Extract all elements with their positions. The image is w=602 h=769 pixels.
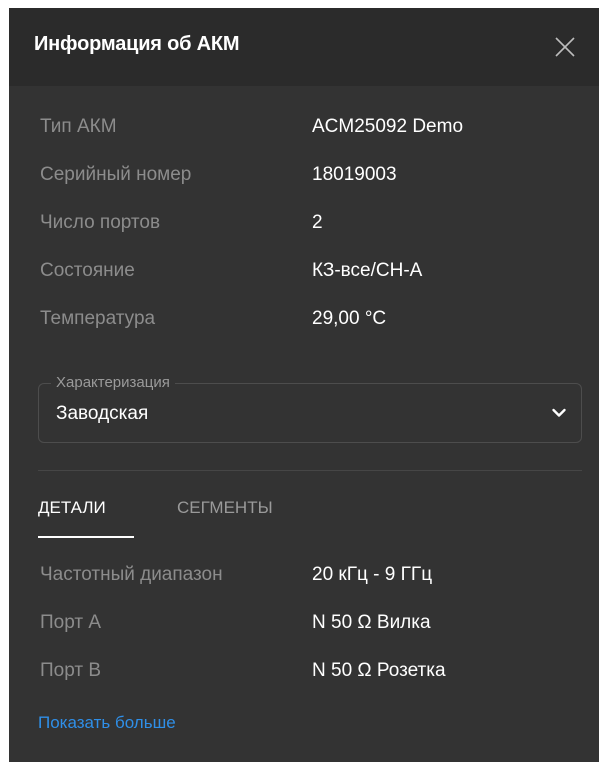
info-row-serial: Серийный номер 18019003 bbox=[40, 164, 580, 212]
detail-value: N 50 Ω Розетка bbox=[312, 660, 446, 681]
info-label: Состояние bbox=[40, 260, 135, 281]
characterization-label: Характеризация bbox=[51, 373, 175, 393]
info-value: 2 bbox=[312, 212, 323, 233]
dialog-header: Информация об АКМ bbox=[9, 8, 599, 86]
info-row-type: Тип АКМ ACM25092 Demo bbox=[40, 116, 580, 164]
detail-label: Порт B bbox=[40, 660, 102, 681]
characterization-select[interactable]: Характеризация Заводская bbox=[38, 373, 582, 443]
dialog-title: Информация об АКМ bbox=[34, 33, 240, 55]
acm-info-table: Тип АКМ ACM25092 Demo Серийный номер 180… bbox=[40, 116, 580, 356]
info-row-temperature: Температура 29,00 °C bbox=[40, 308, 580, 356]
info-label: Число портов bbox=[40, 212, 161, 233]
detail-row-port-a: Порт A N 50 Ω Вилка bbox=[40, 612, 580, 660]
tab-bar: ДЕТАЛИ СЕГМЕНТЫ bbox=[38, 492, 582, 542]
detail-row-frequency: Частотный диапазон 20 кГц - 9 ГГц bbox=[40, 564, 580, 612]
info-value: КЗ-все/СН-А bbox=[312, 260, 423, 281]
info-row-state: Состояние КЗ-все/СН-А bbox=[40, 260, 580, 308]
show-more-link[interactable]: Показать больше bbox=[38, 713, 176, 733]
info-row-ports: Число портов 2 bbox=[40, 212, 580, 260]
info-label: Тип АКМ bbox=[40, 116, 117, 137]
characterization-value: Заводская bbox=[56, 403, 149, 424]
detail-row-port-b: Порт B N 50 Ω Розетка bbox=[40, 660, 580, 708]
chevron-down-icon[interactable] bbox=[551, 405, 567, 421]
info-value: 29,00 °C bbox=[312, 308, 387, 329]
detail-value: 20 кГц - 9 ГГц bbox=[312, 564, 433, 585]
info-value: ACM25092 Demo bbox=[312, 116, 464, 137]
info-label: Температура bbox=[40, 308, 156, 329]
acm-info-dialog: Информация об АКМ Тип АКМ ACM25092 Demo … bbox=[9, 8, 599, 762]
detail-label: Порт A bbox=[40, 612, 102, 633]
tab-segments[interactable]: СЕГМЕНТЫ bbox=[177, 498, 273, 518]
active-tab-indicator bbox=[38, 536, 134, 538]
info-value: 18019003 bbox=[312, 164, 397, 185]
detail-label: Частотный диапазон bbox=[40, 564, 223, 585]
close-icon[interactable] bbox=[553, 35, 577, 59]
detail-value: N 50 Ω Вилка bbox=[312, 612, 431, 633]
info-label: Серийный номер bbox=[40, 164, 192, 185]
details-table: Частотный диапазон 20 кГц - 9 ГГц Порт A… bbox=[40, 564, 580, 708]
tab-details[interactable]: ДЕТАЛИ bbox=[38, 498, 106, 518]
section-divider bbox=[38, 470, 582, 471]
